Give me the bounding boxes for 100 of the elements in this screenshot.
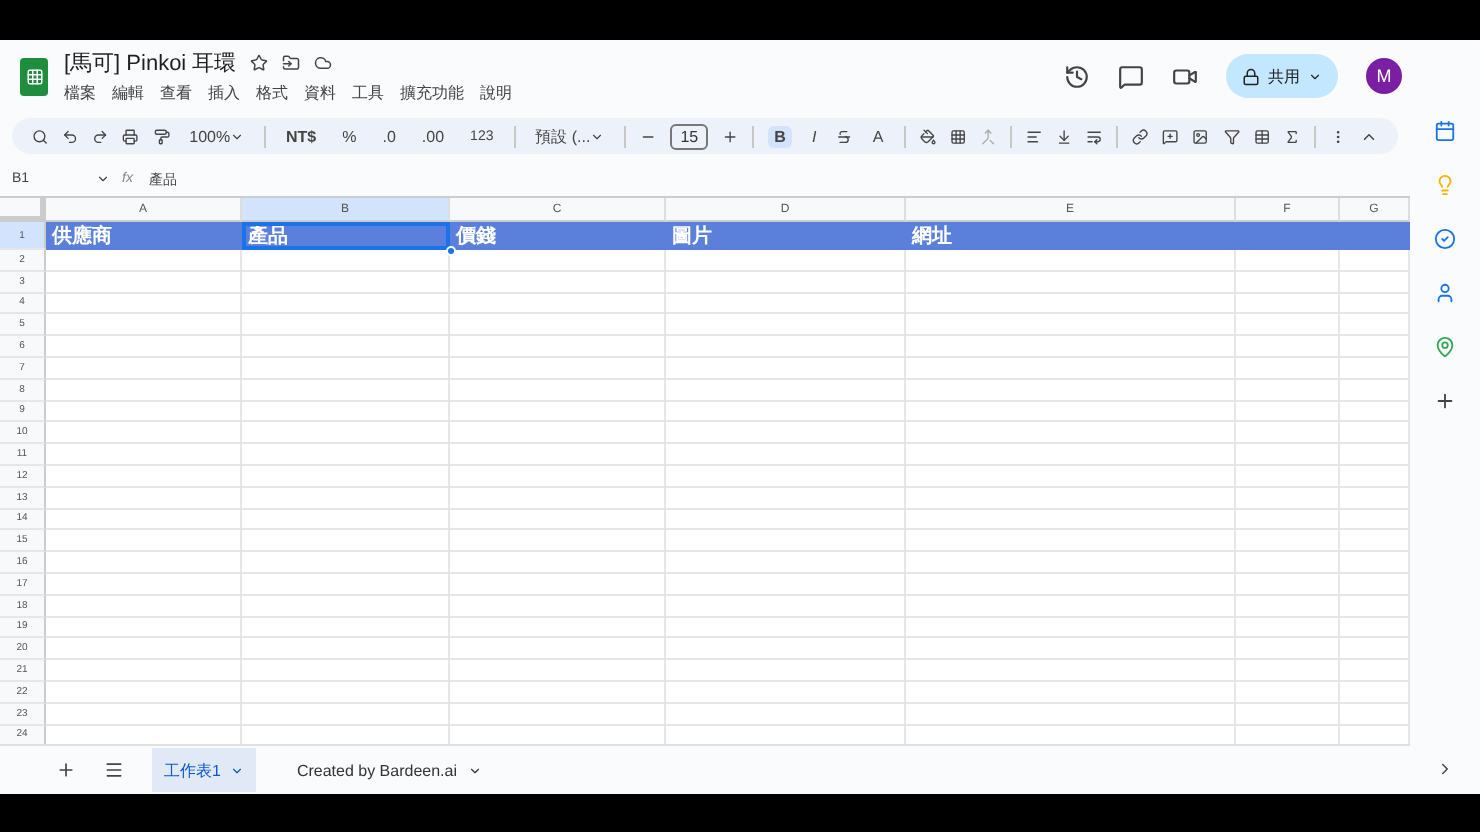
search-icon[interactable] (32, 127, 49, 145)
grid-cell[interactable] (906, 530, 1236, 553)
grid-cell[interactable] (906, 638, 1236, 661)
grid-cell[interactable] (242, 250, 450, 272)
redo-icon[interactable] (92, 127, 109, 145)
sheets-logo-icon[interactable] (20, 57, 48, 95)
fill-color-icon[interactable] (919, 127, 936, 145)
grid-cell[interactable] (906, 293, 1236, 315)
grid-cell[interactable] (1236, 250, 1340, 272)
grid-cell[interactable] (1340, 293, 1410, 315)
grid-cell[interactable] (242, 573, 450, 596)
grid-cell[interactable] (1236, 379, 1340, 402)
sigma-icon[interactable] (1283, 127, 1300, 145)
grid-cell[interactable] (46, 573, 242, 596)
menu-item[interactable]: 資料 (304, 82, 336, 104)
folder-icon[interactable] (282, 54, 301, 72)
grid-cell[interactable] (906, 422, 1236, 445)
vertical-align-icon[interactable] (1055, 127, 1073, 145)
align-icon[interactable] (1025, 127, 1042, 145)
grid-cell[interactable] (46, 336, 242, 358)
grid-cell[interactable] (1340, 487, 1410, 510)
grid-cell[interactable] (242, 271, 450, 294)
grid-cell[interactable] (450, 271, 666, 294)
grid-cell[interactable] (906, 357, 1236, 380)
grid-cell[interactable] (666, 444, 906, 466)
grid-cell[interactable] (450, 638, 666, 661)
menu-item[interactable]: 工具 (352, 82, 384, 104)
decrease-decimal-button[interactable]: .0 (376, 125, 402, 147)
grid-cell[interactable] (46, 617, 242, 639)
grid-cell[interactable] (46, 465, 242, 488)
grid-cell[interactable] (46, 638, 242, 661)
grid-cell[interactable] (242, 444, 450, 466)
grid-cell[interactable] (1236, 293, 1340, 315)
grid-cell[interactable] (450, 681, 666, 704)
zoom-select[interactable]: 100% (183, 125, 251, 147)
grid-cell[interactable] (1236, 336, 1340, 358)
grid-cell[interactable] (242, 422, 450, 445)
increase-decimal-button[interactable]: .00 (415, 125, 451, 147)
grid-cell[interactable] (46, 379, 242, 402)
grid-cell[interactable] (1340, 617, 1410, 639)
grid-cell[interactable] (1236, 617, 1340, 639)
borders-icon[interactable] (949, 127, 966, 145)
paint-format-icon[interactable] (153, 127, 170, 145)
grid-cell[interactable] (242, 638, 450, 661)
grid-cell[interactable] (666, 314, 906, 337)
grid-cell[interactable] (906, 401, 1236, 423)
font-select[interactable]: 預設 (... (529, 123, 611, 149)
grid-cell[interactable] (666, 681, 906, 704)
grid-cell[interactable] (46, 401, 242, 423)
grid-cell[interactable] (906, 617, 1236, 639)
sheet-tab[interactable]: Created by Bardeen.ai (284, 748, 494, 792)
grid-cell[interactable] (450, 401, 666, 423)
grid-cell[interactable] (242, 617, 450, 639)
grid-cell[interactable] (46, 595, 242, 618)
grid-cell[interactable] (450, 250, 666, 272)
text-color-button[interactable]: A (866, 125, 890, 147)
document-title[interactable]: [馬可] Pinkoi 耳環 (64, 48, 237, 78)
avatar[interactable]: M (1366, 58, 1402, 94)
grid-cell[interactable] (666, 379, 906, 402)
grid-cell[interactable] (1340, 509, 1410, 531)
grid-cell[interactable] (906, 595, 1236, 618)
cloud-icon[interactable] (314, 54, 333, 72)
grid-cell[interactable] (450, 293, 666, 315)
grid-cell[interactable] (450, 703, 666, 726)
menu-item[interactable]: 說明 (480, 82, 512, 104)
grid-cell[interactable] (906, 379, 1236, 402)
grid-cell[interactable] (242, 530, 450, 553)
grid-cell[interactable] (1340, 530, 1410, 553)
grid-cell[interactable] (1340, 595, 1410, 618)
grid-cell[interactable] (1340, 250, 1410, 272)
grid-cell[interactable] (1236, 530, 1340, 553)
expand-icon[interactable] (1436, 760, 1454, 778)
grid-cell[interactable] (1236, 703, 1340, 726)
grid-cell[interactable] (450, 444, 666, 466)
grid-cell[interactable] (666, 595, 906, 618)
grid-cell[interactable] (666, 250, 906, 272)
grid-cell[interactable] (46, 703, 242, 726)
grid-cell[interactable] (1340, 314, 1410, 337)
grid-cell[interactable] (666, 271, 906, 294)
grid-cell[interactable] (46, 487, 242, 510)
image-icon[interactable] (1192, 127, 1209, 145)
grid-cell[interactable] (242, 509, 450, 531)
share-button[interactable]: 共用 (1226, 54, 1338, 98)
grid-cell[interactable] (666, 573, 906, 596)
grid-cell[interactable] (1236, 509, 1340, 531)
grid-cell[interactable] (242, 401, 450, 423)
grid-cell[interactable] (1236, 681, 1340, 704)
add-comment-icon[interactable] (1162, 127, 1179, 145)
grid-cell[interactable] (242, 336, 450, 358)
grid-cell[interactable] (666, 660, 906, 682)
grid-cell[interactable] (450, 530, 666, 553)
grid-cell[interactable] (906, 703, 1236, 726)
grid-cell[interactable] (1340, 271, 1410, 294)
wrap-icon[interactable] (1086, 127, 1103, 145)
grid-cell[interactable] (666, 422, 906, 445)
star-icon[interactable] (250, 54, 269, 72)
grid-cell[interactable] (242, 703, 450, 726)
menu-item[interactable]: 格式 (256, 82, 288, 104)
grid-cell[interactable] (666, 465, 906, 488)
grid-cell[interactable] (242, 595, 450, 618)
